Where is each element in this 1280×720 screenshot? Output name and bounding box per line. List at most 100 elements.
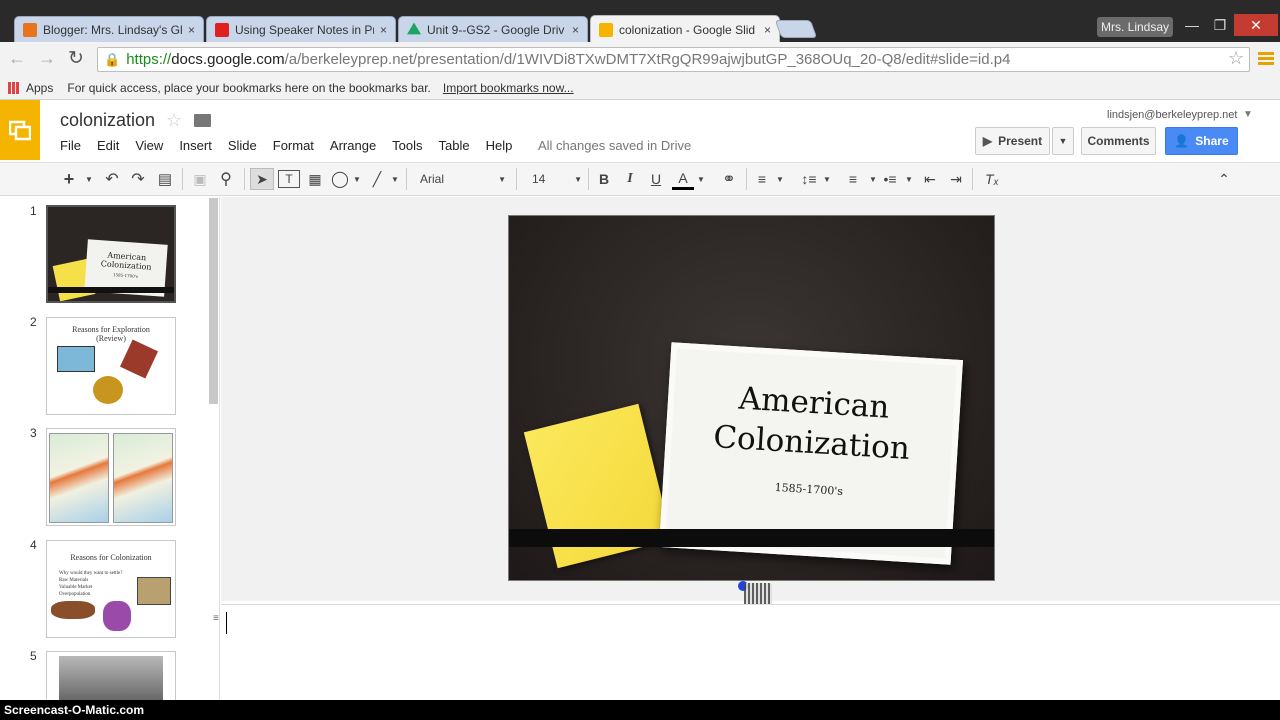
text-color-button[interactable]: A: [672, 168, 694, 190]
comments-button[interactable]: Comments: [1081, 127, 1156, 155]
tab-title: Blogger: Mrs. Lindsay's Gl: [43, 22, 182, 37]
align-icon[interactable]: ≡: [752, 168, 772, 190]
explorer-clipart: [57, 346, 95, 372]
slide-subtitle[interactable]: 1585-1700's: [669, 474, 949, 504]
tab-speaker-notes[interactable]: Using Speaker Notes in Pr ×: [206, 16, 396, 42]
close-icon[interactable]: ×: [572, 23, 579, 37]
zoom-icon[interactable]: ⚲: [216, 168, 236, 190]
maximize-icon[interactable]: ❐: [1206, 14, 1234, 36]
menu-table[interactable]: Table: [439, 138, 470, 153]
chevron-down-icon[interactable]: ▼: [904, 168, 914, 190]
present-label: Present: [998, 134, 1043, 148]
chevron-down-icon[interactable]: ▼: [822, 168, 832, 190]
menu-slide[interactable]: Slide: [228, 138, 257, 153]
chevron-down-icon[interactable]: ▼: [390, 168, 400, 190]
menu-view[interactable]: View: [135, 138, 163, 153]
close-icon[interactable]: ×: [764, 23, 771, 37]
filmstrip-scrollbar[interactable]: [209, 198, 218, 404]
numbered-list-icon[interactable]: ≡: [843, 168, 863, 190]
chevron-down-icon[interactable]: ▼: [696, 168, 706, 190]
underline-button[interactable]: U: [647, 168, 665, 190]
bookmark-star-icon[interactable]: ☆: [1228, 48, 1244, 69]
star-icon[interactable]: ☆: [166, 110, 182, 131]
account-email[interactable]: lindsjen@berkeleyprep.net: [1107, 109, 1237, 121]
clear-formatting-icon[interactable]: Tₓ: [982, 168, 1002, 190]
line-icon[interactable]: ╱: [366, 168, 388, 190]
menu-edit[interactable]: Edit: [97, 138, 119, 153]
link-icon[interactable]: ⚭: [718, 168, 740, 190]
select-cursor-icon[interactable]: ➤: [250, 168, 274, 190]
shape-icon[interactable]: ◯: [330, 168, 350, 190]
resize-handle-icon[interactable]: ≡: [213, 613, 219, 624]
dark-band: [48, 287, 174, 293]
thumb-title: Reasons for Colonization: [70, 553, 152, 562]
chevron-down-icon[interactable]: ▼: [1243, 109, 1253, 120]
chevron-down-icon[interactable]: ▼: [868, 168, 878, 190]
profile-badge[interactable]: Mrs. Lindsay: [1097, 17, 1173, 37]
slide-number: 1: [30, 204, 37, 218]
increase-indent-icon[interactable]: ⇥: [946, 168, 966, 190]
book-clipart: [119, 339, 159, 379]
present-button[interactable]: ▶ Present: [975, 127, 1050, 155]
slide-number: 3: [30, 426, 37, 440]
tab-colonization[interactable]: colonization - Google Slid ×: [590, 15, 780, 43]
chevron-down-icon: ▼: [1058, 136, 1068, 146]
minimize-icon[interactable]: —: [1178, 14, 1206, 36]
paint-format-icon[interactable]: ▤: [156, 168, 174, 190]
close-icon[interactable]: ×: [380, 23, 387, 37]
decrease-indent-icon[interactable]: ⇤: [920, 168, 940, 190]
map-image: [49, 433, 109, 523]
font-size-select[interactable]: 14 ▼: [524, 168, 582, 190]
share-button[interactable]: 👤 Share: [1165, 127, 1238, 155]
menu-file[interactable]: File: [60, 138, 81, 153]
share-label: Share: [1195, 134, 1229, 148]
tab-blogger[interactable]: Blogger: Mrs. Lindsay's Gl ×: [14, 16, 204, 42]
speaker-notes[interactable]: [221, 604, 1280, 700]
save-status: All changes saved in Drive: [538, 138, 692, 153]
reload-icon[interactable]: ↻: [68, 47, 84, 70]
slide-thumb-1[interactable]: American Colonization 1585-1700's: [46, 205, 176, 303]
slide-thumb-3[interactable]: [46, 428, 176, 526]
line-spacing-icon[interactable]: ↕≡: [798, 168, 820, 190]
redo-icon[interactable]: ↷: [128, 168, 148, 190]
gold-pot-clipart: [93, 376, 123, 404]
back-icon[interactable]: ←: [8, 48, 26, 69]
select-area-icon[interactable]: ▣: [190, 168, 210, 190]
folder-icon[interactable]: [194, 114, 211, 127]
new-slide-icon[interactable]: +: [60, 168, 78, 190]
import-bookmarks-link[interactable]: Import bookmarks now...: [443, 81, 574, 95]
chevron-down-icon[interactable]: ▼: [352, 168, 362, 190]
close-window-icon[interactable]: ✕: [1234, 14, 1278, 36]
slides-logo-icon[interactable]: [0, 100, 40, 160]
text-box-icon[interactable]: T: [278, 170, 300, 188]
font-select[interactable]: Arial ▼: [414, 168, 506, 190]
present-dropdown[interactable]: ▼: [1052, 127, 1074, 155]
menu-format[interactable]: Format: [273, 138, 314, 153]
bulleted-list-icon[interactable]: •≡: [880, 168, 900, 190]
tab-google-drive[interactable]: Unit 9--GS2 - Google Driv ×: [398, 16, 588, 42]
apps-link[interactable]: Apps: [26, 81, 53, 95]
chevron-down-icon[interactable]: ▼: [84, 168, 94, 190]
menu-arrange[interactable]: Arrange: [330, 138, 376, 153]
image-icon[interactable]: ▦: [305, 168, 325, 190]
menu-insert[interactable]: Insert: [179, 138, 212, 153]
menu-icon[interactable]: [1258, 52, 1274, 66]
close-icon[interactable]: ×: [188, 23, 195, 37]
forward-icon[interactable]: →: [38, 48, 56, 69]
bold-button[interactable]: B: [595, 168, 613, 190]
slide-title[interactable]: American Colonization: [671, 375, 955, 472]
menu-tools[interactable]: Tools: [392, 138, 422, 153]
apps-icon[interactable]: [8, 81, 20, 94]
address-bar[interactable]: 🔒 https:// docs.google.com /a/berkeleypr…: [97, 47, 1250, 72]
collapse-icon[interactable]: ⌃: [1214, 168, 1234, 190]
dark-band: [509, 529, 994, 547]
slide-thumb-4[interactable]: Reasons for Colonization Why would they …: [46, 540, 176, 638]
menu-help[interactable]: Help: [486, 138, 513, 153]
italic-button[interactable]: I: [621, 168, 639, 190]
new-tab-button[interactable]: [774, 20, 818, 38]
document-title[interactable]: colonization: [60, 110, 155, 131]
chevron-down-icon[interactable]: ▼: [775, 168, 785, 190]
undo-icon[interactable]: ↶: [102, 168, 122, 190]
slide-thumb-2[interactable]: Reasons for Exploration (Review): [46, 317, 176, 415]
current-slide[interactable]: American Colonization 1585-1700's: [508, 215, 995, 581]
